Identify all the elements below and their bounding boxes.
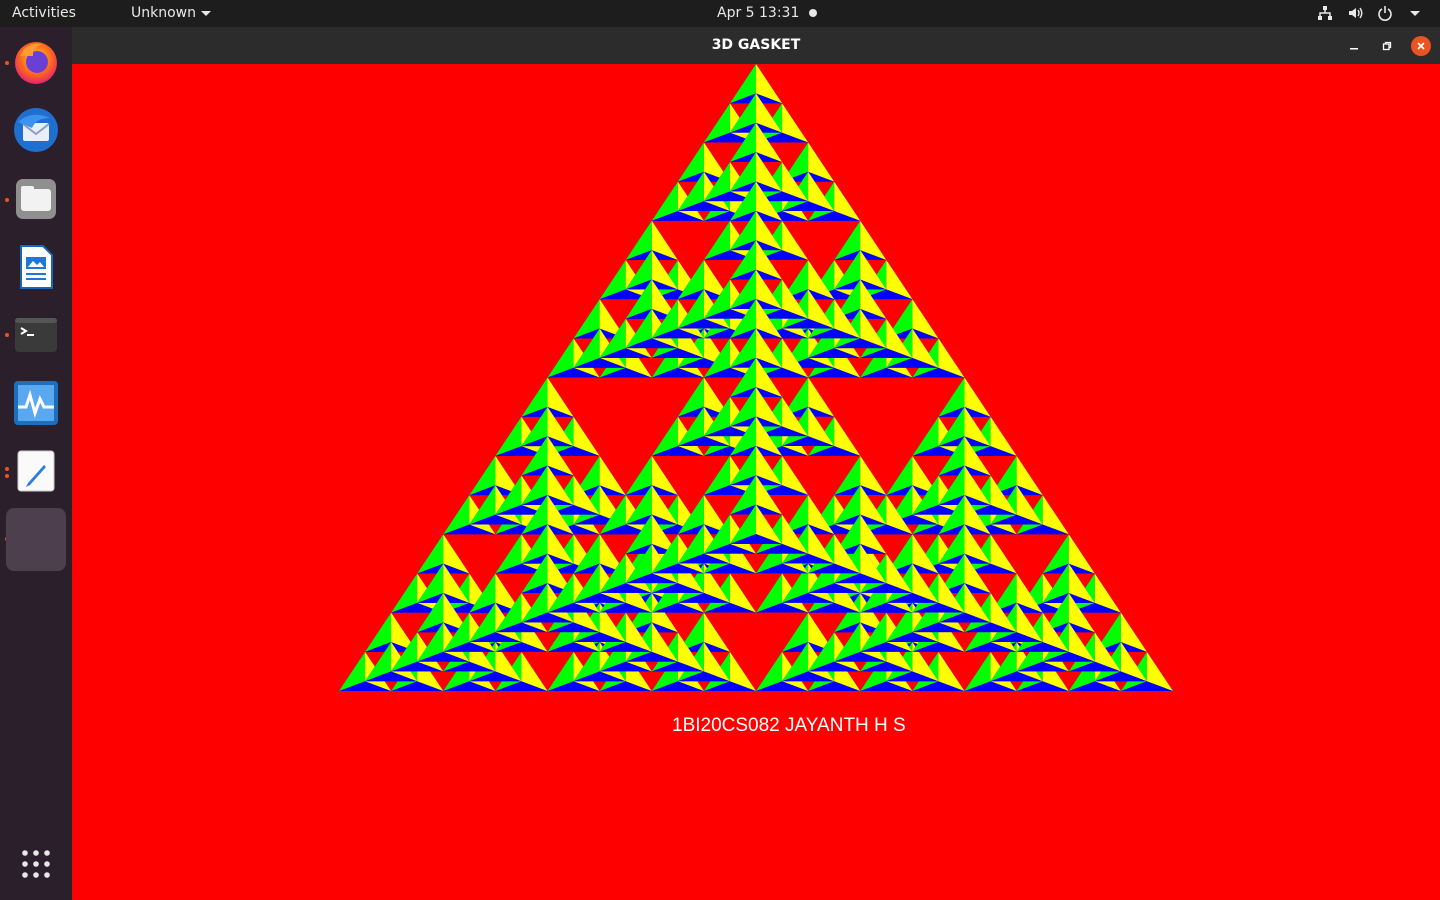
notification-dot-icon bbox=[809, 9, 817, 17]
top-bar: Activities Unknown Apr 5 13:31 bbox=[0, 0, 1440, 27]
folder-icon bbox=[16, 179, 56, 219]
minimize-icon bbox=[1350, 48, 1358, 50]
text-editor-launcher[interactable] bbox=[6, 441, 66, 501]
window-title: 3D GASKET bbox=[711, 37, 801, 53]
opengl-canvas: 1BI20CS082 JAYANTH H S bbox=[72, 64, 1440, 900]
close-button[interactable] bbox=[1411, 36, 1431, 56]
power-icon[interactable] bbox=[1376, 4, 1394, 22]
close-icon bbox=[1417, 42, 1425, 50]
dock bbox=[0, 27, 72, 900]
monitor-icon bbox=[14, 381, 58, 425]
firefox-icon bbox=[15, 42, 57, 84]
gasket-window: 3D GASKET 1BI20CS082 JAYANTH H S bbox=[72, 27, 1440, 900]
show-apps-button[interactable] bbox=[6, 834, 66, 894]
document-icon bbox=[20, 245, 53, 289]
author-caption: 1BI20CS082 JAYANTH H S bbox=[672, 715, 906, 736]
minimize-button[interactable] bbox=[1344, 36, 1364, 56]
files-launcher[interactable] bbox=[6, 169, 66, 229]
system-tray[interactable] bbox=[1316, 4, 1424, 22]
maximize-button[interactable] bbox=[1377, 36, 1397, 56]
terminal-icon bbox=[15, 318, 57, 352]
gasket-app-launcher[interactable] bbox=[6, 508, 66, 571]
chevron-down-icon bbox=[201, 10, 211, 16]
clock[interactable]: Apr 5 13:31 bbox=[717, 5, 799, 21]
firefox-launcher[interactable] bbox=[6, 32, 66, 92]
terminal-launcher[interactable] bbox=[6, 305, 66, 365]
window-titlebar[interactable]: 3D GASKET bbox=[72, 27, 1440, 65]
writer-launcher[interactable] bbox=[6, 237, 66, 297]
mail-icon bbox=[14, 108, 58, 152]
system-monitor-launcher[interactable] bbox=[6, 373, 66, 433]
volume-icon[interactable] bbox=[1346, 4, 1364, 22]
app-menu-label: Unknown bbox=[131, 5, 196, 21]
pencil-icon bbox=[17, 450, 55, 492]
thunderbird-launcher[interactable] bbox=[6, 100, 66, 160]
app-menu[interactable]: Unknown bbox=[131, 5, 211, 21]
grid-icon bbox=[22, 850, 50, 878]
chevron-down-icon[interactable] bbox=[1406, 4, 1424, 22]
activities-button[interactable]: Activities bbox=[12, 5, 76, 21]
restore-icon bbox=[1382, 41, 1392, 51]
sierpinski-gasket bbox=[339, 64, 1173, 691]
network-icon[interactable] bbox=[1316, 4, 1334, 22]
